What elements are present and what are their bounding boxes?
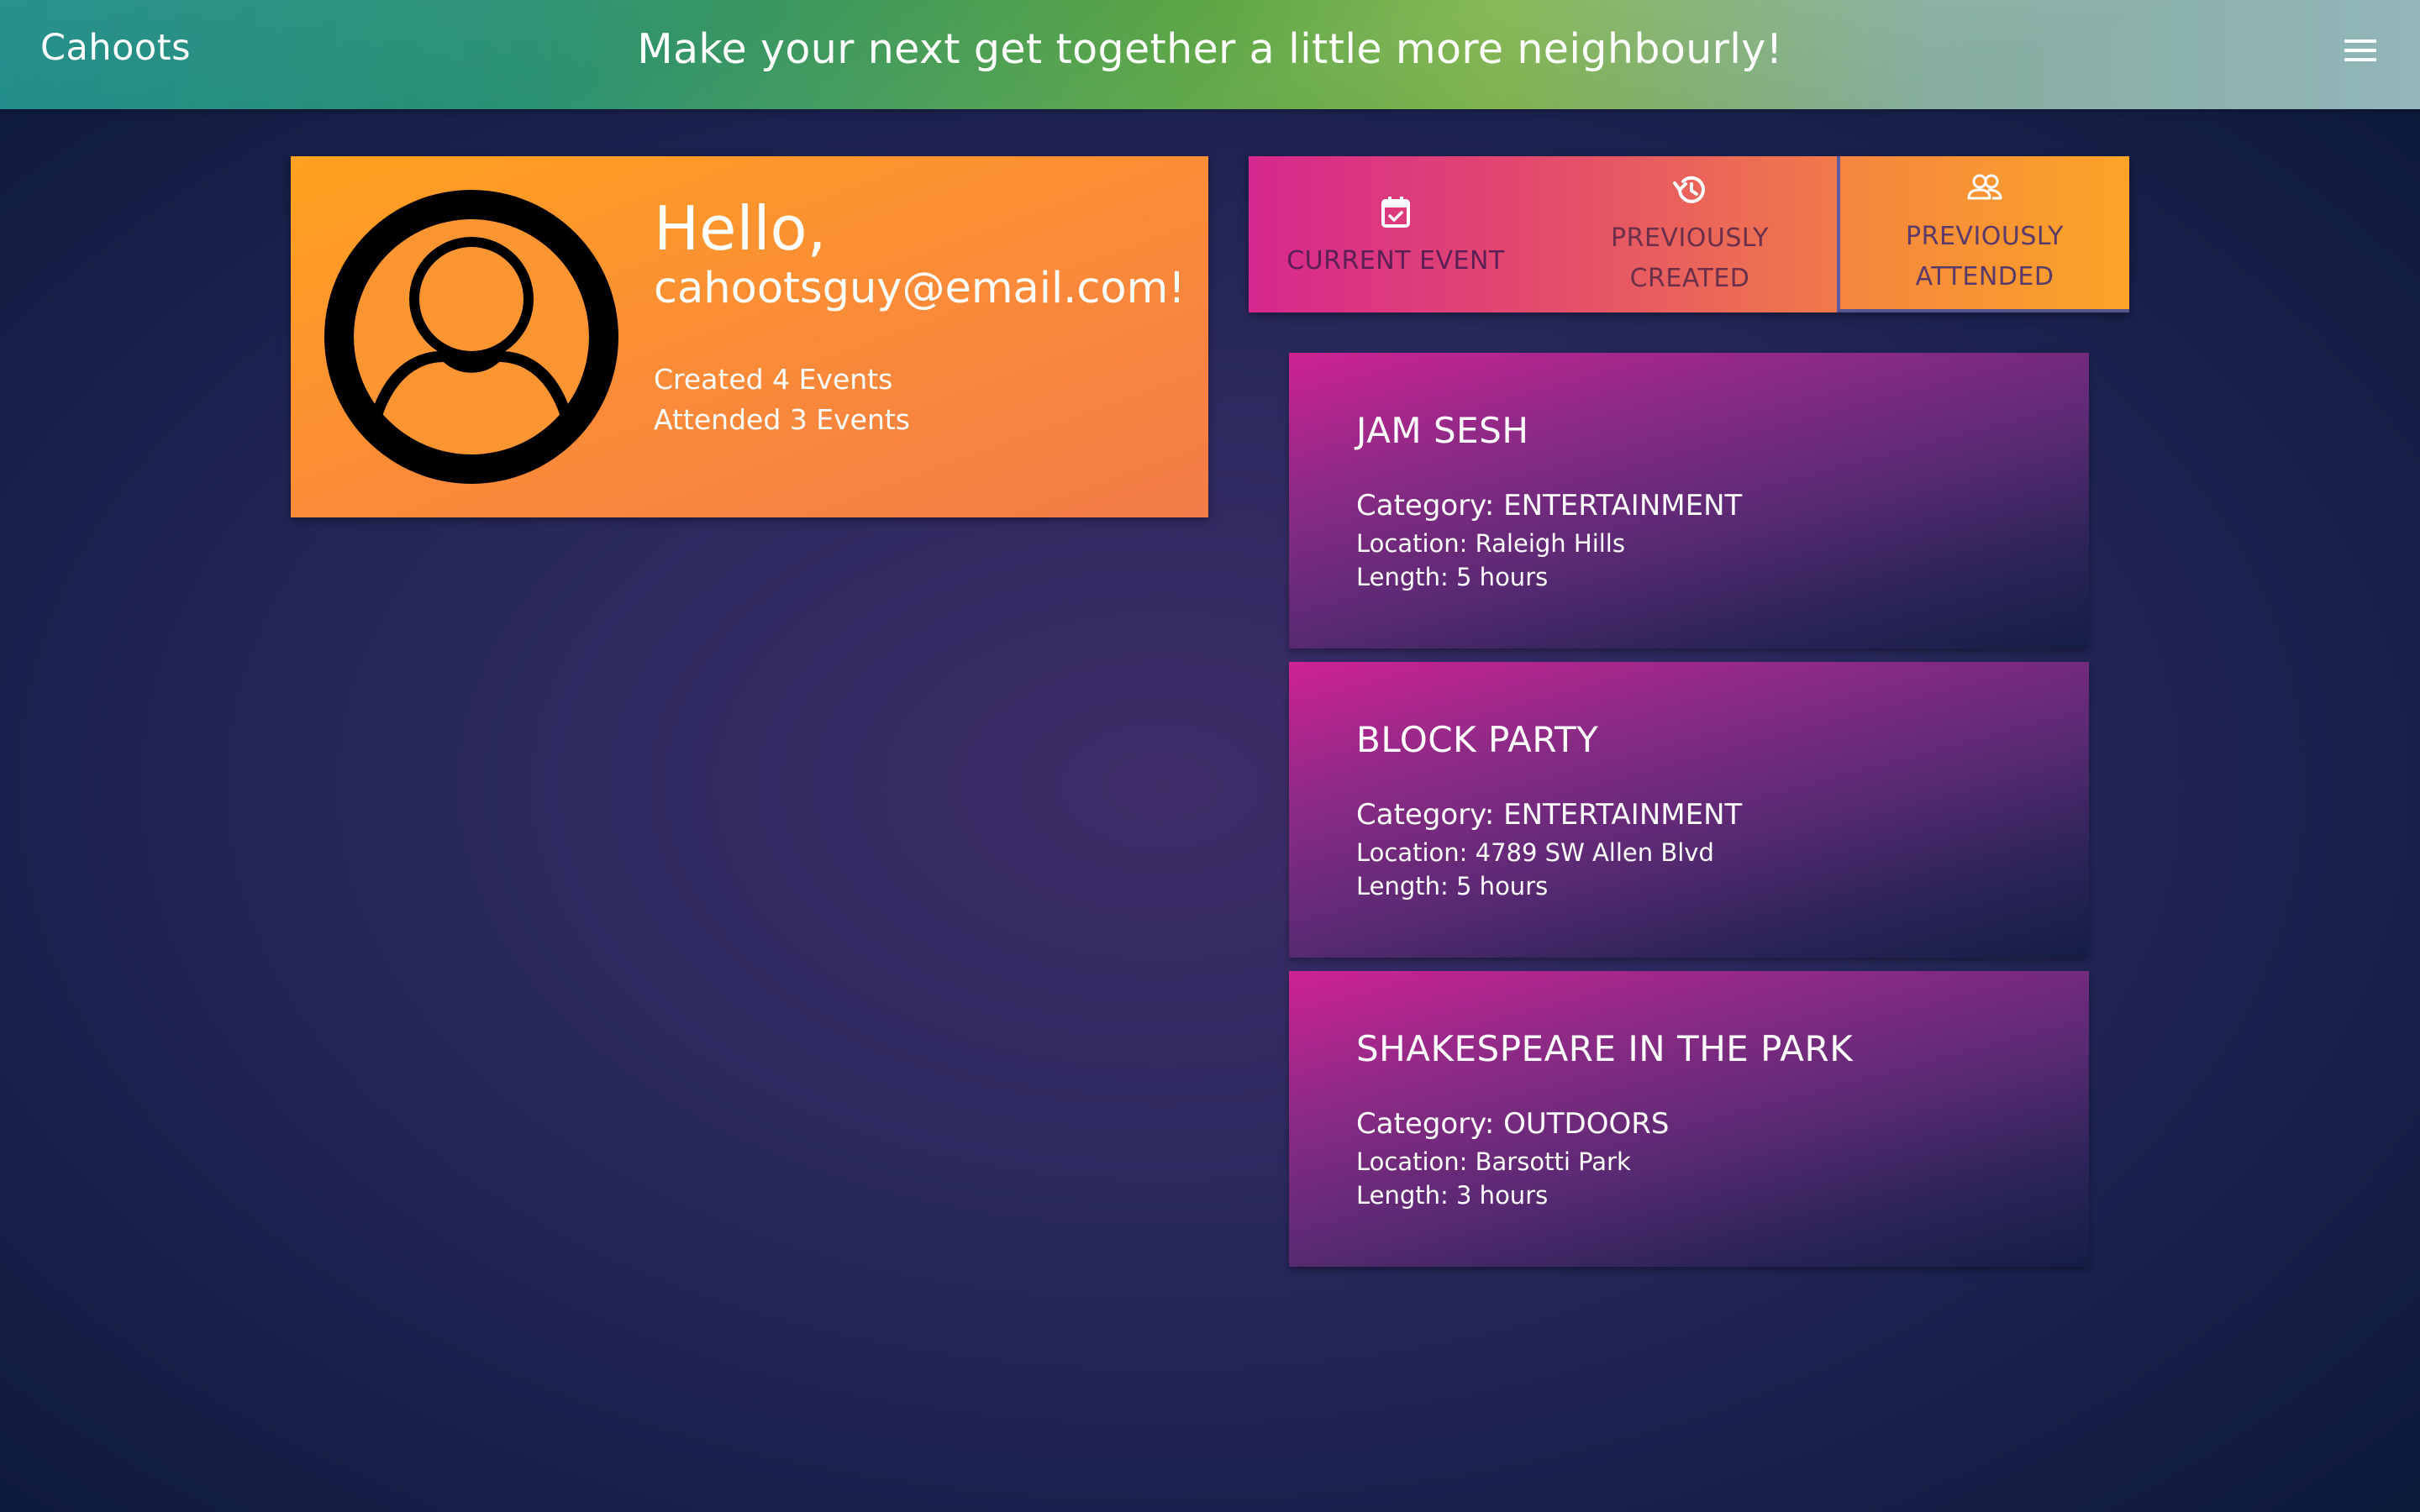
event-title: BLOCK PARTY [1356, 719, 1599, 760]
user-email: cahootsguy@email.com! [654, 264, 1186, 313]
people-icon [1967, 174, 2002, 200]
greeting-heading: Hello, [654, 193, 827, 264]
tab-label: CURRENT EVENT [1286, 246, 1505, 276]
tagline: Make your next get together a little mor… [637, 25, 1783, 73]
event-length: Length: 5 hours [1356, 872, 1549, 900]
attended-count: Attended 3 Events [654, 403, 910, 436]
event-category: Category: OUTDOORS [1356, 1107, 1670, 1141]
event-category: Category: ENTERTAINMENT [1356, 798, 1743, 832]
event-location: Location: Barsotti Park [1356, 1147, 1631, 1176]
tab-label-line2: ATTENDED [1915, 262, 2054, 291]
top-bar: Cahoots Make your next get together a li… [0, 0, 2420, 109]
event-card[interactable]: BLOCK PARTY Category: ENTERTAINMENT Loca… [1289, 662, 2089, 958]
event-length: Length: 3 hours [1356, 1181, 1549, 1210]
event-location: Location: Raleigh Hills [1356, 529, 1625, 558]
menu-bar [2344, 58, 2376, 61]
user-avatar-icon [324, 190, 618, 484]
event-tabs: CURRENT EVENT PREVIOUSLY CREATED PREVIOU… [1249, 156, 2129, 312]
tab-current-event[interactable]: CURRENT EVENT [1249, 156, 1543, 312]
tab-previously-attended[interactable]: PREVIOUSLY ATTENDED [1837, 156, 2129, 312]
menu-bar [2344, 39, 2376, 43]
event-category: Category: ENTERTAINMENT [1356, 489, 1743, 522]
tab-label-line1: PREVIOUSLY [1906, 222, 2064, 251]
tab-previously-created[interactable]: PREVIOUSLY CREATED [1543, 156, 1837, 312]
event-title: SHAKESPEARE IN THE PARK [1356, 1028, 1854, 1069]
calendar-check-icon [1381, 197, 1410, 228]
created-count: Created 4 Events [654, 363, 893, 396]
history-icon [1673, 176, 1705, 203]
event-card[interactable]: SHAKESPEARE IN THE PARK Category: OUTDOO… [1289, 971, 2089, 1267]
menu-bar [2344, 49, 2376, 52]
event-location: Location: 4789 SW Allen Blvd [1356, 838, 1714, 867]
tab-label-line2: CREATED [1629, 264, 1750, 293]
profile-card: Hello, cahootsguy@email.com! Created 4 E… [291, 156, 1208, 517]
tab-label-line1: PREVIOUSLY [1611, 223, 1769, 253]
event-card[interactable]: JAM SESH Category: ENTERTAINMENT Locatio… [1289, 353, 2089, 648]
hamburger-menu-icon[interactable] [2344, 39, 2376, 68]
event-length: Length: 5 hours [1356, 563, 1549, 591]
event-title: JAM SESH [1356, 410, 1529, 451]
